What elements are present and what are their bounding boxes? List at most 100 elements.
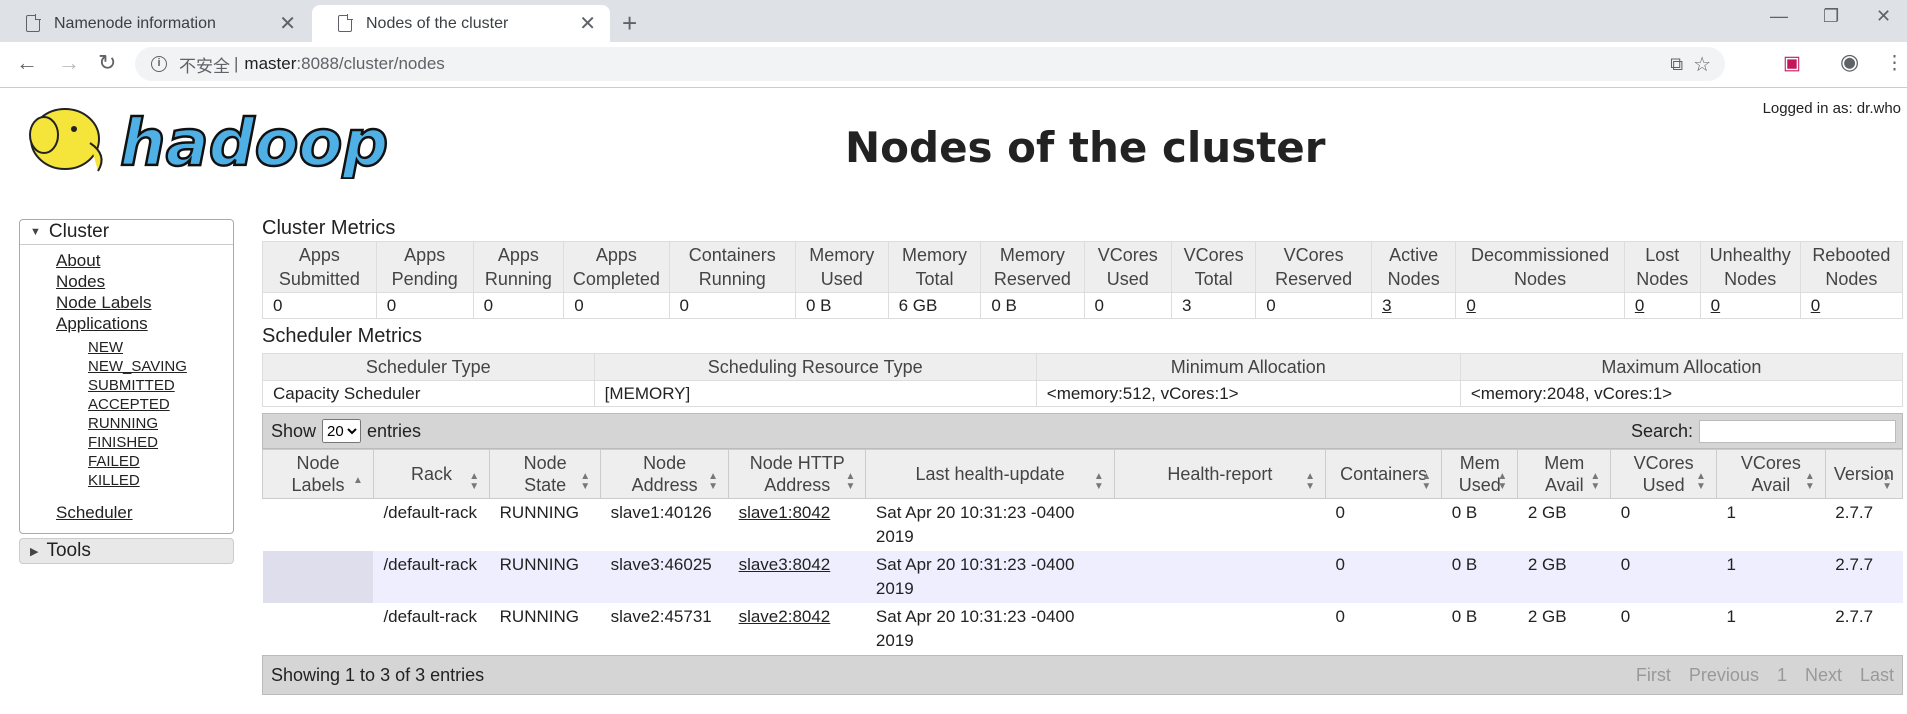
column-header[interactable]: Node Address ▲ ▼ <box>600 449 730 499</box>
metric-value: 0 <box>472 292 565 319</box>
forward-icon[interactable]: → <box>58 50 80 76</box>
sort-icon[interactable]: ▲ ▼ <box>1882 472 1892 492</box>
pager-first[interactable]: First <box>1636 665 1671 686</box>
info-icon[interactable]: i <box>151 56 167 72</box>
collapsed-triangle-icon: ▶ <box>30 545 39 558</box>
column-header[interactable]: Rack ▲ ▼ <box>372 449 491 499</box>
column-header[interactable]: Node Labels ▲ <box>262 449 374 499</box>
reload-icon[interactable]: ↻ <box>98 50 116 76</box>
minimize-icon[interactable]: — <box>1770 6 1788 27</box>
sidebar-link-node-labels[interactable]: Node Labels <box>56 292 233 313</box>
column-header[interactable]: Node State ▲ ▼ <box>489 449 602 499</box>
sort-icon[interactable]: ▲ ▼ <box>1590 472 1600 492</box>
extension-icon[interactable]: ▣ <box>1783 52 1801 75</box>
cell-text: Sat Apr 20 10:31:23 -0400 2019 <box>875 555 1075 598</box>
cell-text: 0 B <box>1451 503 1478 522</box>
metric-value: 0 <box>668 292 796 319</box>
app-state-submitted[interactable]: SUBMITTED <box>88 376 233 395</box>
app-state-failed[interactable]: FAILED <box>88 452 233 471</box>
metric-value-link[interactable]: 0 <box>1711 296 1720 315</box>
sidebar-link-nodes[interactable]: Nodes <box>56 271 233 292</box>
column-header[interactable]: Node HTTP Address ▲ ▼ <box>728 449 867 499</box>
search-input[interactable] <box>1699 419 1896 443</box>
cell-vc-used: 0 <box>1610 603 1717 655</box>
scheduler-value: <memory:512, vCores:1> <box>1035 380 1461 407</box>
sidebar-link-applications[interactable]: Applications <box>56 313 233 334</box>
column-header[interactable]: Mem Avail ▲ ▼ <box>1517 449 1612 499</box>
sort-icon[interactable]: ▲ ▼ <box>1305 472 1315 492</box>
cell-state: RUNNING <box>489 498 601 551</box>
sidebar-link-scheduler[interactable]: Scheduler <box>56 502 233 523</box>
account-icon[interactable]: ◉ <box>1840 49 1859 75</box>
new-tab-button[interactable]: + <box>622 8 637 39</box>
metric-header-line2: Nodes <box>1387 269 1440 289</box>
metric-header-line1: Containers <box>688 245 776 265</box>
sort-icon[interactable]: ▲ ▼ <box>469 472 479 492</box>
pager-1[interactable]: 1 <box>1777 665 1787 686</box>
sort-icon[interactable]: ▲ ▼ <box>708 472 718 492</box>
app-state-finished[interactable]: FINISHED <box>88 433 233 452</box>
metric-value-link[interactable]: 0 <box>1466 296 1475 315</box>
sort-icon[interactable]: ▲ ▼ <box>1094 472 1104 492</box>
metric-value-link[interactable]: 3 <box>1382 296 1391 315</box>
app-state-killed[interactable]: KILLED <box>88 471 233 490</box>
column-header-line1: VCores <box>1740 453 1801 473</box>
sort-icon[interactable]: ▲ ▼ <box>1421 472 1431 492</box>
sort-icon[interactable]: ▲ <box>353 476 363 486</box>
node-http-link[interactable]: slave3:8042 <box>739 555 831 574</box>
pager-previous[interactable]: Previous <box>1689 665 1759 686</box>
url-bar[interactable]: i 不安全 | master :8088/cluster/nodes ⧉ ☆ <box>135 47 1725 81</box>
cell-mem-used: 0 B <box>1441 551 1518 603</box>
bookmark-star-icon[interactable]: ☆ <box>1693 52 1711 77</box>
metric-value-link[interactable]: 0 <box>1811 296 1820 315</box>
sort-icon[interactable]: ▲ ▼ <box>1805 472 1815 492</box>
metric-value-link[interactable]: 0 <box>1635 296 1644 315</box>
node-http-link[interactable]: slave2:8042 <box>739 607 831 626</box>
metric-header-line1: VCores <box>1097 245 1158 265</box>
column-header[interactable]: Version ▲ ▼ <box>1824 449 1904 499</box>
sort-icon[interactable]: ▲ ▼ <box>1497 472 1507 492</box>
app-state-list: NEW NEW_SAVING SUBMITTED ACCEPTED RUNNIN… <box>56 338 233 490</box>
tab-namenode-information[interactable]: Namenode information ✕ <box>0 5 310 42</box>
column-header-line2: Avail <box>1751 475 1791 495</box>
sort-icon[interactable]: ▲ ▼ <box>1696 472 1706 492</box>
cell-text: 0 <box>1620 503 1631 522</box>
column-header[interactable]: VCores Used ▲ ▼ <box>1610 449 1717 499</box>
sort-icon[interactable]: ▲ ▼ <box>846 472 856 492</box>
back-icon[interactable]: ← <box>16 50 38 76</box>
sidebar-link-about[interactable]: About <box>56 250 233 271</box>
column-header[interactable]: Containers ▲ ▼ <box>1325 449 1443 499</box>
app-state-running[interactable]: RUNNING <box>88 414 233 433</box>
app-state-new-saving[interactable]: NEW_SAVING <box>88 357 233 376</box>
tools-panel-header[interactable]: ▶ Tools <box>19 538 234 564</box>
sort-icon[interactable]: ▲ ▼ <box>580 472 590 492</box>
nodes-table-toolbar: Show 20 entries Search: <box>262 413 1903 449</box>
app-state-accepted[interactable]: ACCEPTED <box>88 395 233 414</box>
metric-header-line2: Nodes <box>1514 269 1567 289</box>
cell-rack: /default-rack <box>373 498 490 551</box>
close-tab-icon[interactable]: ✕ <box>279 11 296 36</box>
close-tab-icon[interactable]: ✕ <box>579 11 596 36</box>
restore-icon[interactable]: ❐ <box>1823 6 1839 27</box>
cell-containers: 0 <box>1325 498 1442 551</box>
table-row: /default-rack RUNNING slave2:45731 slave2:8… <box>262 603 1903 655</box>
nodes-table-footer: Showing 1 to 3 of 3 entries First Previou… <box>262 655 1903 695</box>
translate-icon[interactable]: ⧉ <box>1670 54 1683 75</box>
cluster-panel-header[interactable]: ▼ Cluster <box>20 220 233 245</box>
column-header[interactable]: VCores Avail ▲ ▼ <box>1715 449 1826 499</box>
app-state-new[interactable]: NEW <box>88 338 233 357</box>
tab-nodes-of-the-cluster[interactable]: Nodes of the cluster ✕ <box>312 5 610 42</box>
cell-health-report <box>1114 498 1326 551</box>
close-window-icon[interactable]: ✕ <box>1876 6 1891 27</box>
entries-select[interactable]: 20 <box>322 419 362 443</box>
tab-label: Namenode information <box>54 14 216 32</box>
pager-next[interactable]: Next <box>1805 665 1842 686</box>
node-http-link[interactable]: slave1:8042 <box>739 503 831 522</box>
column-header[interactable]: Last health-update ▲ ▼ <box>865 449 1115 499</box>
pager-last[interactable]: Last <box>1860 665 1894 686</box>
column-header[interactable]: Mem Used ▲ ▼ <box>1441 449 1519 499</box>
column-header[interactable]: Health-report ▲ ▼ <box>1113 449 1327 499</box>
cell-text: /default-rack <box>383 503 477 522</box>
cell-state: RUNNING <box>489 603 601 655</box>
menu-icon[interactable]: ⋮ <box>1885 52 1904 75</box>
